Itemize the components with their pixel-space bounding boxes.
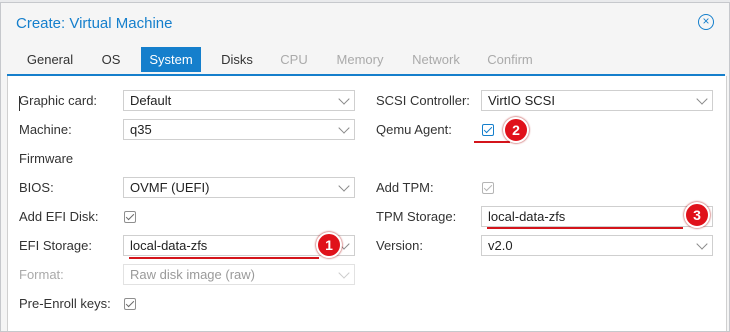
tab-memory[interactable]: Memory: [329, 47, 391, 72]
format-value: Raw disk image (raw): [130, 267, 255, 282]
tab-cpu[interactable]: CPU: [273, 47, 315, 72]
chevron-down-icon[interactable]: [338, 93, 350, 105]
qemu-agent-underline: [474, 141, 510, 143]
dialog-title: Create: Virtual Machine: [16, 15, 173, 32]
annotation-badge-3: 3: [684, 202, 710, 228]
firmware-heading: Firmware: [19, 151, 74, 166]
bios-value: OVMF (UEFI): [130, 180, 210, 195]
tpm-storage-label: TPM Storage:: [376, 209, 457, 224]
tpm-storage-value: local-data-zfs: [488, 209, 566, 224]
tab-disks[interactable]: Disks: [213, 47, 261, 72]
qemu-agent-checkbox[interactable]: [482, 124, 494, 136]
tpm-storage-underline: [487, 227, 683, 229]
dialog-titlebar: Create: Virtual Machine ×: [1, 3, 729, 41]
tab-confirm[interactable]: Confirm: [481, 47, 539, 72]
efi-storage-underline: [129, 257, 319, 259]
efi-storage-label: EFI Storage:: [19, 238, 92, 253]
system-panel: [7, 76, 727, 331]
close-icon[interactable]: ×: [698, 14, 714, 30]
add-efi-disk-checkbox[interactable]: [124, 211, 136, 223]
scsi-controller-value: VirtIO SCSI: [488, 93, 555, 108]
version-label: Version:: [376, 238, 423, 253]
graphic-card-select[interactable]: Default: [123, 90, 355, 111]
scsi-controller-label: SCSI Controller:: [376, 93, 470, 108]
format-select: Raw disk image (raw): [123, 264, 355, 285]
add-tpm-label: Add TPM:: [376, 180, 434, 195]
pre-enroll-keys-checkbox[interactable]: [124, 298, 136, 310]
add-tpm-checkbox[interactable]: [482, 182, 494, 194]
machine-select[interactable]: q35: [123, 119, 355, 140]
chevron-down-icon[interactable]: [696, 238, 708, 250]
text-cursor: [19, 96, 20, 111]
tab-system[interactable]: System: [141, 47, 201, 72]
bios-label: BIOS:: [19, 180, 54, 195]
version-value: v2.0: [488, 238, 513, 253]
annotation-badge-1: 1: [316, 232, 342, 258]
create-vm-dialog: Create: Virtual Machine × General OS Sys…: [0, 2, 730, 332]
chevron-down-icon: [338, 267, 350, 279]
annotation-badge-2: 2: [503, 117, 529, 143]
version-select[interactable]: v2.0: [481, 235, 713, 256]
chevron-down-icon[interactable]: [338, 180, 350, 192]
efi-storage-value: local-data-zfs: [130, 238, 208, 253]
tab-os[interactable]: OS: [93, 47, 129, 72]
tab-network[interactable]: Network: [405, 47, 467, 72]
tab-general[interactable]: General: [17, 47, 83, 72]
qemu-agent-label: Qemu Agent:: [376, 122, 452, 137]
pre-enroll-keys-label: Pre-Enroll keys:: [19, 296, 111, 311]
graphic-card-value: Default: [130, 93, 172, 108]
format-label: Format:: [19, 267, 64, 282]
chevron-down-icon[interactable]: [338, 122, 350, 134]
bios-select[interactable]: OVMF (UEFI): [123, 177, 355, 198]
add-efi-disk-label: Add EFI Disk:: [19, 209, 99, 224]
chevron-down-icon[interactable]: [696, 93, 708, 105]
scsi-controller-select[interactable]: VirtIO SCSI: [481, 90, 713, 111]
tab-bar: General OS System Disks CPU Memory Netwo…: [7, 47, 725, 76]
machine-label: Machine:: [19, 122, 72, 137]
graphic-card-label: Graphic card:: [19, 93, 98, 108]
tpm-storage-select[interactable]: local-data-zfs: [481, 206, 713, 227]
machine-value: q35: [130, 122, 152, 137]
